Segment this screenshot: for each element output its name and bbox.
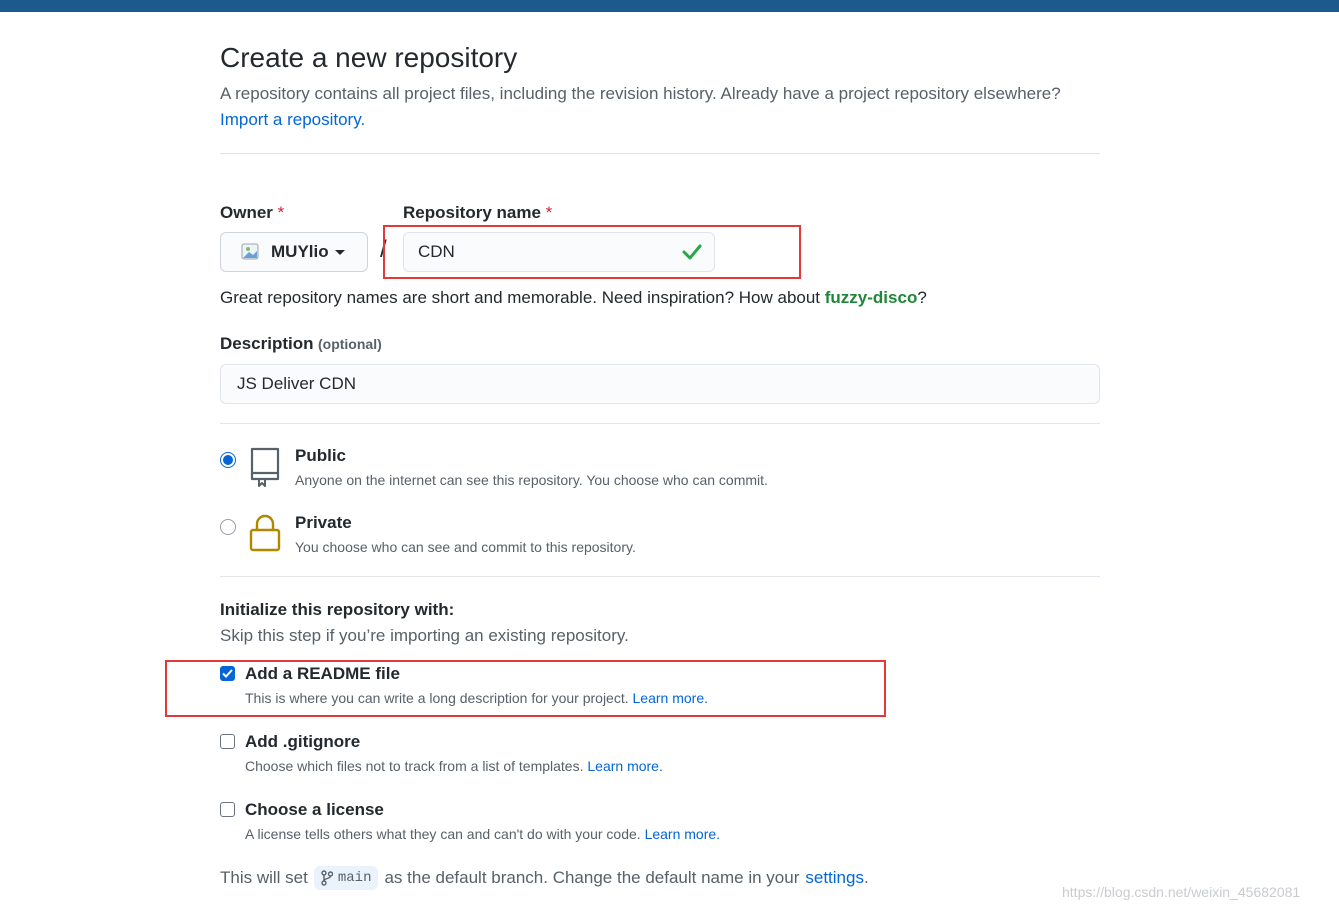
chevron-down-icon [334,249,345,255]
annotation-box-readme [165,660,886,717]
gitignore-checkbox[interactable] [220,734,235,749]
lock-icon [249,514,281,552]
owner-label-text: Owner [220,203,273,222]
description-label: Description (optional) [220,334,382,354]
gitignore-desc: Choose which files not to track from a l… [245,758,663,774]
repo-name-label-text: Repository name [403,203,541,222]
divider [220,576,1100,577]
divider [220,153,1100,154]
private-title: Private [295,513,352,532]
page-subtitle: A repository contains all project files,… [220,84,1061,103]
private-desc: You choose who can see and commit to thi… [295,539,636,555]
branch-name-pill: main [313,866,379,890]
public-desc: Anyone on the internet can see this repo… [295,472,768,488]
branch-prefix: This will set [220,868,308,887]
branch-name: main [337,870,372,886]
default-branch-line: This will set main as the default branch… [220,866,869,890]
init-title: Initialize this repository with: [220,600,455,619]
avatar [241,241,263,263]
git-branch-icon [321,870,333,886]
branch-end: . [863,868,869,887]
init-subtitle: Skip this step if you’re importing an ex… [220,626,629,645]
owner-dropdown[interactable]: MUYlio [220,232,368,272]
branch-middle: as the default branch. Change the defaul… [384,868,800,887]
license-learn-more-link[interactable]: Learn more. [645,826,720,842]
annotation-box-repo-name [383,225,801,279]
gitignore-title: Add .gitignore [245,732,361,751]
license-desc-text: A license tells others what they can and… [245,826,641,842]
watermark: https://blog.csdn.net/weixin_45682081 [1062,884,1301,900]
repo-name-required-mark: * [545,203,553,222]
repo-icon [250,447,280,487]
private-radio[interactable] [220,519,236,535]
repo-name-label: Repository name * [403,203,552,223]
public-title: Public [295,446,347,465]
repo-name-hint: Great repository names are short and mem… [220,288,927,308]
hint-text: Great repository names are short and mem… [220,288,821,307]
owner-name: MUYlio [271,242,329,261]
hint-end: ? [917,288,927,307]
description-label-text: Description [220,334,314,353]
name-suggestion[interactable]: fuzzy-disco [825,288,918,307]
license-title: Choose a license [245,800,384,819]
settings-link[interactable]: settings [805,868,864,887]
gitignore-learn-more-link[interactable]: Learn more. [587,758,662,774]
divider [220,423,1100,424]
import-repository-link[interactable]: Import a repository. [220,110,365,130]
browser-top-strip [0,0,1339,12]
owner-required-mark: * [277,203,285,222]
page-title: Create a new repository [220,42,518,73]
license-desc: A license tells others what they can and… [245,826,720,842]
public-radio[interactable] [220,452,236,468]
owner-label: Owner * [220,203,284,223]
description-input[interactable] [220,364,1100,404]
gitignore-desc-text: Choose which files not to track from a l… [245,758,584,774]
optional-tag: (optional) [317,336,382,352]
license-checkbox[interactable] [220,802,235,817]
